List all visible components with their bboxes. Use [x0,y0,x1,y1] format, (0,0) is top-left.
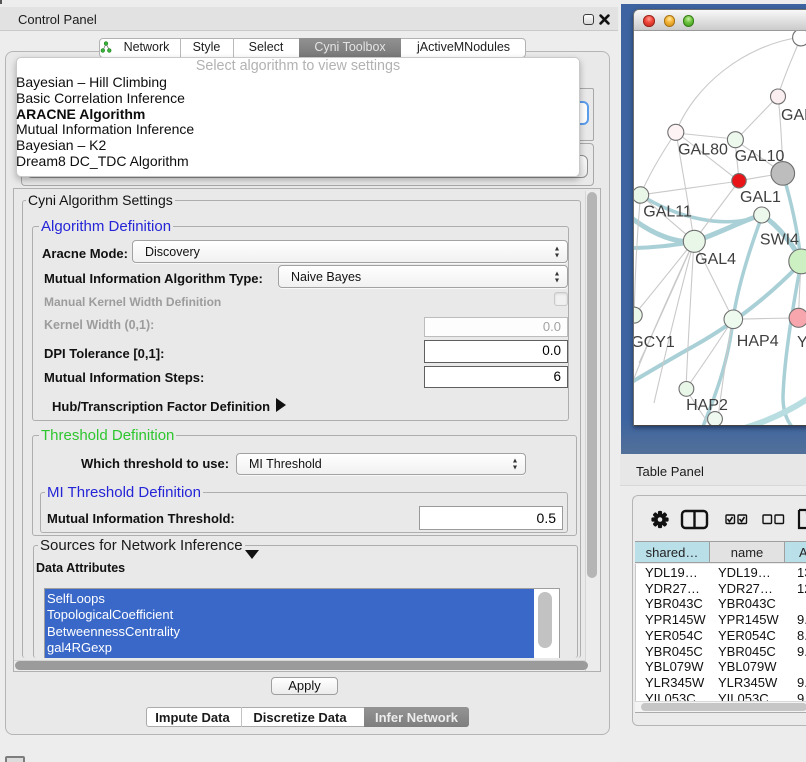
svg-text:GAL1: GAL1 [740,189,781,206]
svg-text:GAL4: GAL4 [695,251,736,268]
svg-text:GAL10: GAL10 [735,148,785,165]
svg-text:GCY1: GCY1 [634,334,675,351]
svg-text:GAL80: GAL80 [678,142,728,159]
svg-text:GAL11: GAL11 [643,204,692,221]
svg-text:GAL: GAL [781,107,806,124]
svg-text:HAP4: HAP4 [737,333,779,350]
svg-text:SWI4: SWI4 [760,232,799,249]
svg-text:HAP2: HAP2 [686,397,728,414]
svg-text:Y: Y [797,334,806,351]
